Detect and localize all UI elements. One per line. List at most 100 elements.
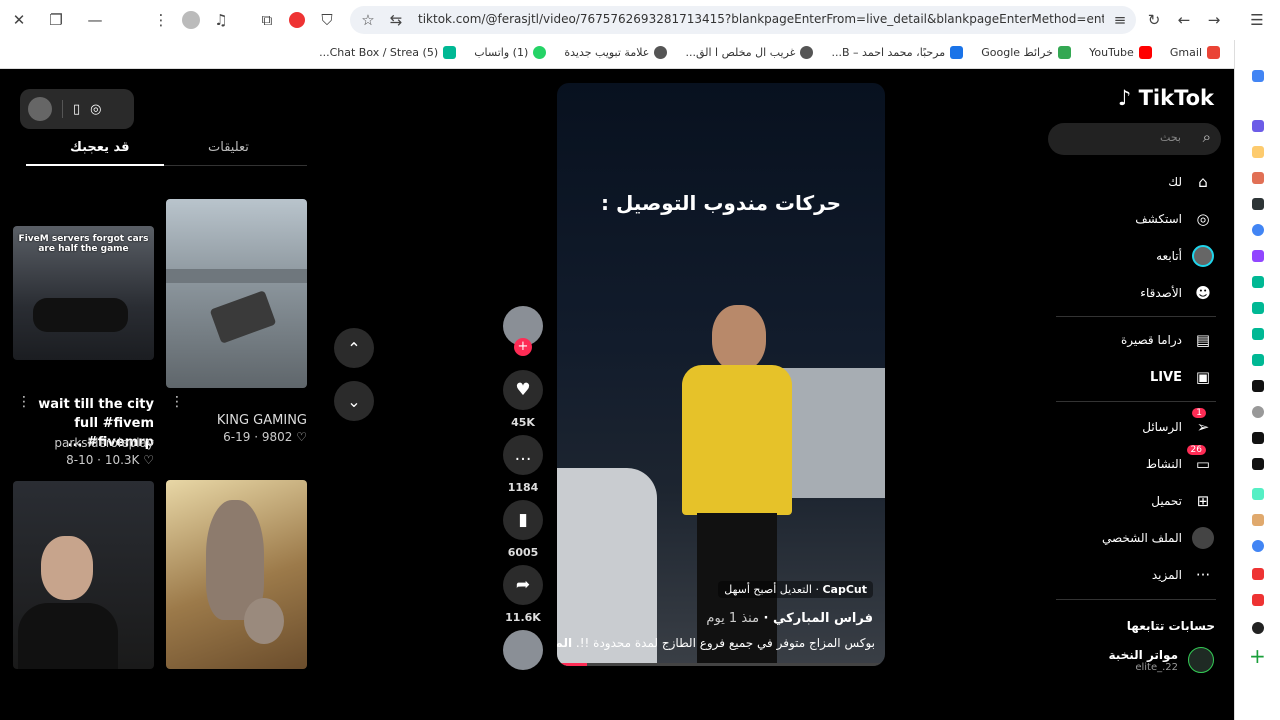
- extension-icon[interactable]: [1252, 302, 1264, 314]
- nav-item-more[interactable]: ··· المزيد: [1152, 564, 1214, 586]
- tab-you-may-like[interactable]: قد يعجبك: [70, 140, 130, 155]
- url-text[interactable]: tiktok.com/@ferasjtl/video/7675762693281…: [418, 12, 1104, 26]
- thumbnail-caption: FiveM servers forgot cars are half the g…: [18, 234, 149, 254]
- video-progress-bar[interactable]: [557, 663, 885, 666]
- chrome-icon[interactable]: [1252, 540, 1264, 552]
- translate-icon[interactable]: ⇆: [384, 8, 408, 32]
- menu-icon[interactable]: ⋮: [149, 8, 173, 32]
- nav-item-short-drama[interactable]: ▤ دراما قصيرة: [1121, 329, 1214, 351]
- adblock-extension-icon[interactable]: [285, 8, 309, 32]
- film-icon: ▤: [1195, 331, 1211, 349]
- address-bar[interactable]: ☆ ⇆ tiktok.com/@ferasjtl/video/767576269…: [350, 6, 1136, 34]
- extension-icon[interactable]: [1252, 622, 1264, 634]
- tiktok-logo[interactable]: ♪ TikTok: [1118, 86, 1214, 110]
- close-window-icon[interactable]: ✕: [7, 8, 31, 32]
- extension-icon[interactable]: [1252, 276, 1264, 288]
- compass-icon[interactable]: ◎: [90, 102, 101, 117]
- forward-icon[interactable]: →: [1202, 8, 1226, 32]
- heart-icon[interactable]: ♥: [503, 370, 543, 410]
- search-icon[interactable]: ⌕: [1203, 128, 1211, 146]
- extension-icon[interactable]: [1252, 514, 1264, 526]
- phone-icon[interactable]: ▯: [73, 102, 80, 117]
- video-thumbnail[interactable]: [166, 199, 307, 388]
- bookmark-item[interactable]: خرائط Google: [981, 40, 1071, 64]
- share-icon[interactable]: ➦: [503, 565, 543, 605]
- extension-icon[interactable]: [1252, 146, 1264, 158]
- extension-icon[interactable]: [1252, 328, 1264, 340]
- nav-item-for-you[interactable]: ⌂ لك: [1168, 171, 1214, 193]
- extension-icon[interactable]: [1252, 120, 1264, 132]
- extensions-icon[interactable]: ⧉: [255, 8, 279, 32]
- share-count: 11.6K: [505, 611, 541, 624]
- google-icon[interactable]: [1252, 224, 1264, 236]
- video-author[interactable]: فراس المباركي · منذ 1 يوم: [706, 611, 873, 626]
- nav-item-live[interactable]: ▣ LIVE: [1150, 366, 1214, 388]
- more-options-icon[interactable]: ⋮: [170, 394, 184, 410]
- tiktok-icon[interactable]: [1252, 458, 1264, 470]
- back-icon[interactable]: ←: [1172, 8, 1196, 32]
- nav-item-upload[interactable]: ⊞ تحميل: [1151, 490, 1214, 512]
- nav-item-explore[interactable]: ◎ استكشف: [1135, 208, 1214, 230]
- bookmark-item[interactable]: (1) واتساب: [474, 40, 547, 64]
- video-thumbnail[interactable]: FiveM servers forgot cars are half the g…: [13, 226, 154, 360]
- extension-icon[interactable]: [1252, 354, 1264, 366]
- sound-avatar[interactable]: [503, 630, 543, 670]
- video-thumbnail[interactable]: [166, 480, 307, 669]
- sidebar-toggle-icon[interactable]: ☰: [1245, 8, 1269, 32]
- search-input[interactable]: بحث ⌕: [1048, 123, 1221, 155]
- extension-icon[interactable]: [1252, 70, 1264, 82]
- reload-icon[interactable]: ↻: [1142, 8, 1166, 32]
- video-title[interactable]: KING GAMING: [217, 413, 307, 428]
- share-button[interactable]: ➦ 11.6K: [503, 565, 543, 624]
- profile-avatar-icon[interactable]: [179, 8, 203, 32]
- bookmark-item[interactable]: (5) Chat Box / Strea...: [319, 40, 457, 64]
- capcut-badge[interactable]: CapCut · التعديل أصبح أسهل: [718, 581, 873, 598]
- extension-icon[interactable]: [1252, 594, 1264, 606]
- bookmark-item[interactable]: مرحبًا، محمد احمد – B...: [832, 40, 964, 64]
- video-thumbnail[interactable]: [13, 481, 154, 669]
- music-disc-icon[interactable]: [503, 630, 543, 670]
- more-link[interactable]: المزيد: [557, 636, 572, 650]
- follow-plus-icon[interactable]: +: [514, 338, 532, 356]
- shield-extension-icon[interactable]: ⛉: [315, 8, 339, 32]
- extension-icon[interactable]: [1252, 406, 1264, 418]
- tiktok-icon[interactable]: [1252, 432, 1264, 444]
- like-button[interactable]: ♥ 45K: [503, 370, 543, 429]
- nav-item-messages[interactable]: ➢ 1 الرسائل: [1142, 408, 1214, 438]
- bookmark-star-icon[interactable]: ☆: [356, 8, 380, 32]
- extension-icon[interactable]: [1252, 488, 1264, 500]
- following-account[interactable]: مواتر النخبة elite_.22: [1108, 647, 1214, 673]
- nav-item-friends[interactable]: ☻ الأصدقاء: [1140, 282, 1214, 304]
- add-icon[interactable]: +: [1249, 644, 1266, 668]
- twitch-icon[interactable]: [1252, 250, 1264, 262]
- tab-underline: [26, 164, 164, 166]
- nav-item-activity[interactable]: ▭ 26 النشاط: [1146, 445, 1214, 475]
- previous-video-button[interactable]: ⌃: [334, 328, 374, 368]
- next-video-button[interactable]: ⌄: [334, 381, 374, 421]
- comment-icon[interactable]: …: [503, 435, 543, 475]
- nav-item-profile[interactable]: الملف الشخصي: [1102, 527, 1214, 549]
- more-options-icon[interactable]: ⋮: [17, 394, 31, 410]
- avatar[interactable]: [28, 97, 52, 121]
- nav-item-following[interactable]: أتابعه: [1156, 245, 1214, 267]
- bookmark-item[interactable]: Gmail: [1170, 40, 1220, 64]
- extension-icon[interactable]: [1252, 568, 1264, 580]
- video-author[interactable]: parksideroleplay: [54, 436, 154, 450]
- site-settings-icon[interactable]: ≡: [1108, 8, 1132, 32]
- extension-icon[interactable]: [1252, 198, 1264, 210]
- view-mode-switcher[interactable]: ▯ ◎: [20, 89, 134, 129]
- minimize-window-icon[interactable]: —: [83, 8, 107, 32]
- extension-icon[interactable]: [1252, 172, 1264, 184]
- bookmark-item[interactable]: YouTube: [1089, 40, 1152, 64]
- bookmark-item[interactable]: علامة تبويب جديدة: [564, 40, 668, 64]
- media-control-icon[interactable]: ♫: [209, 8, 233, 32]
- bookmark-item[interactable]: غريب ال مخلص ا الق...: [685, 40, 814, 64]
- tab-comments[interactable]: تعليقات: [208, 140, 249, 155]
- creator-avatar[interactable]: +: [503, 306, 543, 356]
- restore-window-icon[interactable]: ❐: [44, 8, 68, 32]
- bookmark-button[interactable]: ▮ 6005: [503, 500, 543, 559]
- comment-button[interactable]: … 1184: [503, 435, 543, 494]
- tiktok-icon[interactable]: [1252, 380, 1264, 392]
- video-player[interactable]: حركات مندوب التوصيل : CapCut · التعديل أ…: [557, 83, 885, 666]
- bookmark-icon[interactable]: ▮: [503, 500, 543, 540]
